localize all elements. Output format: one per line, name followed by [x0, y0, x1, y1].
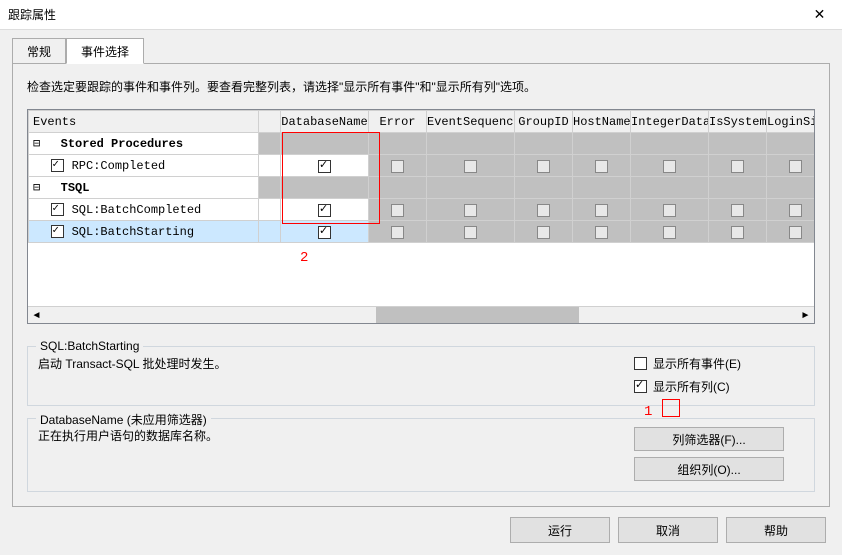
events-grid[interactable]: Events DatabaseName Error EventSequence … [27, 109, 815, 324]
collapse-icon[interactable]: ⊟ [33, 181, 40, 195]
panel-description: 检查选定要跟踪的事件和事件列。要查看完整列表，请选择"显示所有事件"和"显示所有… [27, 78, 815, 95]
help-button[interactable]: 帮助 [726, 517, 826, 543]
column-checkbox[interactable] [464, 160, 477, 173]
column-checkbox[interactable] [464, 204, 477, 217]
column-checkbox[interactable] [464, 226, 477, 239]
tab-strip: 常规 事件选择 [12, 38, 830, 64]
column-checkbox[interactable] [663, 226, 676, 239]
category-row[interactable]: ⊟ Stored Procedures [29, 133, 815, 155]
column-checkbox[interactable] [663, 204, 676, 217]
col-header[interactable]: EventSequence [427, 111, 515, 133]
event-checkbox[interactable] [51, 159, 64, 172]
show-all-events-checkbox[interactable]: 显示所有事件(E) [634, 355, 804, 372]
col-header[interactable]: LoginSid [767, 111, 815, 133]
group-legend: SQL:BatchStarting [36, 339, 143, 353]
organize-columns-button[interactable]: 组织列(O)... [634, 457, 784, 481]
checkbox-icon [634, 380, 647, 393]
category-row[interactable]: ⊟ TSQL [29, 177, 815, 199]
main-panel: 检查选定要跟踪的事件和事件列。要查看完整列表，请选择"显示所有事件"和"显示所有… [12, 64, 830, 507]
title-bar: 跟踪属性 ✕ [0, 0, 842, 30]
col-header[interactable]: DatabaseName [281, 111, 369, 133]
checkbox-icon [634, 357, 647, 370]
column-checkbox[interactable] [318, 226, 331, 239]
event-description-group: SQL:BatchStarting 启动 Transact-SQL 批处理时发生… [27, 346, 815, 406]
cancel-button[interactable]: 取消 [618, 517, 718, 543]
event-description-text: 启动 Transact-SQL 批处理时发生。 [38, 355, 634, 372]
tab-general[interactable]: 常规 [12, 38, 66, 64]
close-button[interactable]: ✕ [797, 0, 842, 30]
group-legend: DatabaseName (未应用筛选器) [36, 411, 211, 428]
collapse-icon[interactable]: ⊟ [33, 137, 40, 151]
event-row[interactable]: SQL:BatchStarting [29, 221, 815, 243]
column-checkbox[interactable] [537, 204, 550, 217]
column-checkbox[interactable] [731, 204, 744, 217]
scroll-left-icon[interactable]: ◄ [28, 307, 45, 324]
dialog-buttons: 运行 取消 帮助 [12, 507, 830, 547]
col-header[interactable]: IsSystem [709, 111, 767, 133]
column-checkbox[interactable] [595, 204, 608, 217]
column-checkbox[interactable] [789, 226, 802, 239]
column-checkbox[interactable] [318, 160, 331, 173]
column-description-group: DatabaseName (未应用筛选器) 正在执行用户语句的数据库名称。 列筛… [27, 418, 815, 492]
column-checkbox[interactable] [731, 160, 744, 173]
close-icon: ✕ [814, 6, 826, 23]
window-title: 跟踪属性 [8, 6, 56, 23]
column-checkbox[interactable] [789, 204, 802, 217]
col-header[interactable]: Error [369, 111, 427, 133]
scroll-thumb[interactable] [376, 307, 579, 324]
column-description-text: 正在执行用户语句的数据库名称。 [38, 427, 634, 444]
column-filter-button[interactable]: 列筛选器(F)... [634, 427, 784, 451]
column-checkbox[interactable] [391, 226, 404, 239]
tab-event-selection[interactable]: 事件选择 [66, 38, 144, 64]
col-header[interactable] [259, 111, 281, 133]
horizontal-scrollbar[interactable]: ◄ ► [28, 306, 814, 323]
column-checkbox[interactable] [731, 226, 744, 239]
col-header[interactable]: Events [29, 111, 259, 133]
event-row[interactable]: SQL:BatchCompleted [29, 199, 815, 221]
col-header[interactable]: GroupID [515, 111, 573, 133]
run-button[interactable]: 运行 [510, 517, 610, 543]
column-checkbox[interactable] [595, 160, 608, 173]
column-checkbox[interactable] [391, 204, 404, 217]
col-header[interactable]: HostName [573, 111, 631, 133]
show-all-columns-checkbox[interactable]: 显示所有列(C) [634, 378, 804, 395]
column-checkbox[interactable] [537, 160, 550, 173]
column-checkbox[interactable] [537, 226, 550, 239]
event-checkbox[interactable] [51, 203, 64, 216]
col-header[interactable]: IntegerData [631, 111, 709, 133]
column-checkbox[interactable] [789, 160, 802, 173]
column-checkbox[interactable] [391, 160, 404, 173]
grid-header-row: Events DatabaseName Error EventSequence … [29, 111, 815, 133]
event-checkbox[interactable] [51, 225, 64, 238]
column-checkbox[interactable] [318, 204, 331, 217]
scroll-right-icon[interactable]: ► [797, 307, 814, 324]
annotation-label-2: 2 [300, 250, 308, 266]
event-row[interactable]: RPC:Completed [29, 155, 815, 177]
column-checkbox[interactable] [595, 226, 608, 239]
annotation-label-1: 1 [644, 404, 652, 420]
column-checkbox[interactable] [663, 160, 676, 173]
